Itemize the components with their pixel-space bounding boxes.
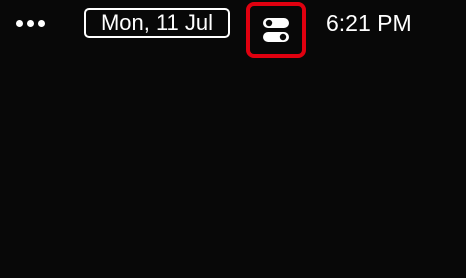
dot-icon [16,19,23,27]
desktop-screen: Mon, 11 Jul 6:21 PM [0,0,466,278]
more-dots-icon[interactable] [16,14,50,32]
dot-icon [38,19,45,27]
date-indicator[interactable]: Mon, 11 Jul [84,8,230,38]
dot-icon [27,19,34,27]
clock-time[interactable]: 6:21 PM [326,9,438,37]
menu-bar: Mon, 11 Jul 6:21 PM [0,0,466,58]
control-center-button[interactable] [246,2,306,58]
control-center-toggle-icon [263,18,289,42]
